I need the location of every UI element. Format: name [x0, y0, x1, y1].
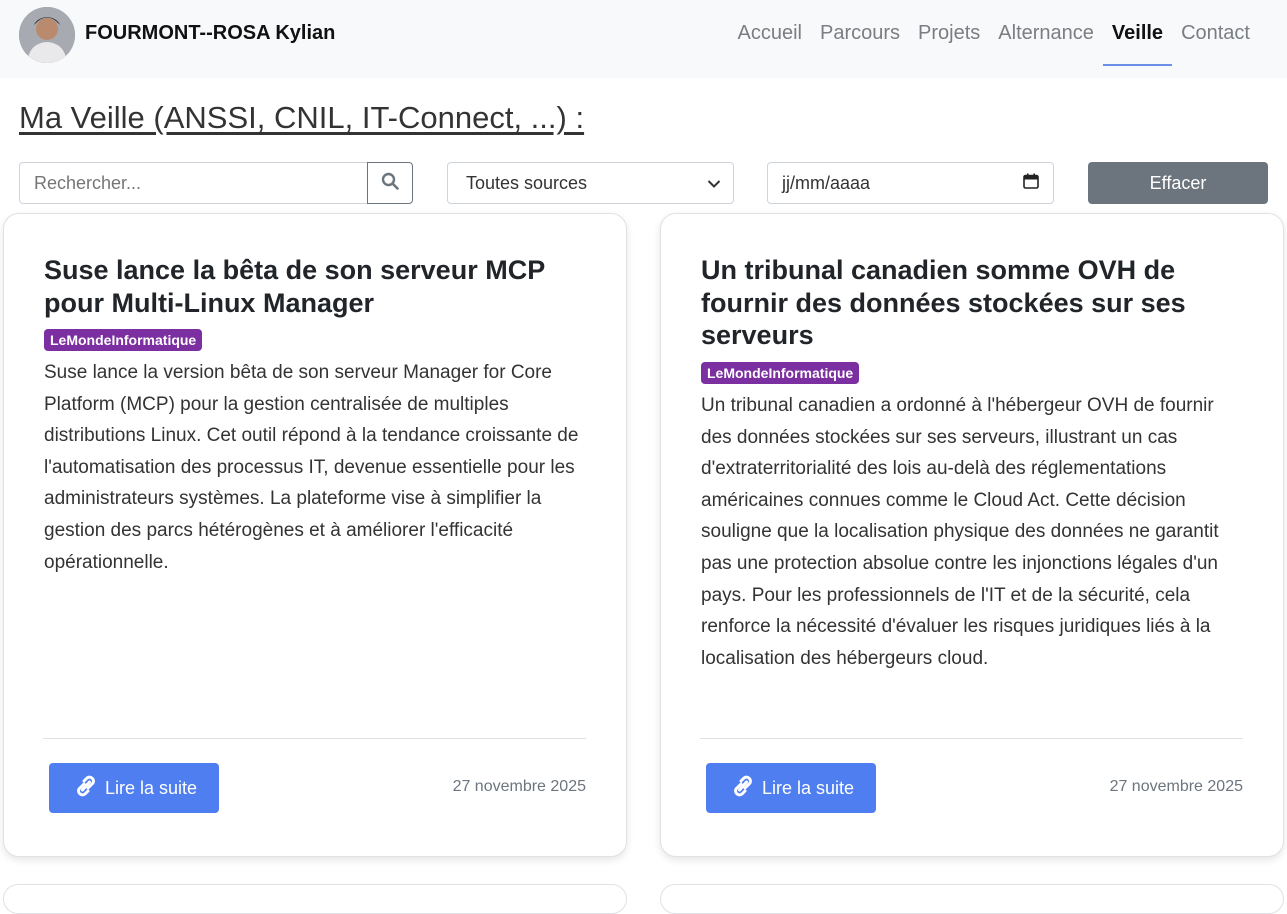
source-select-value: Toutes sources: [466, 172, 588, 193]
article-date: 27 novembre 2025: [452, 778, 586, 795]
link-icon: [728, 775, 758, 802]
article-card: Suse lance la bêta de son serveur MCP po…: [3, 213, 627, 857]
nav-link-projets[interactable]: Projets: [909, 20, 989, 66]
nav-link-contact[interactable]: Contact: [1172, 20, 1259, 66]
read-more-label: Lire la suite: [762, 777, 855, 798]
read-more-label: Lire la suite: [105, 777, 198, 798]
article-title: Suse lance la bêta de son serveur MCP po…: [44, 255, 545, 318]
source-badge: LeMondeInformatique: [44, 329, 203, 351]
calendar-icon[interactable]: [1023, 173, 1039, 194]
article-title: Un tribunal canadien somme OVH de fourni…: [701, 255, 1186, 350]
nav-link-alternance[interactable]: Alternance: [989, 20, 1103, 66]
brand-name[interactable]: FOURMONT--ROSA Kylian: [85, 22, 335, 45]
search-group: [19, 162, 413, 204]
page-title: Ma Veille (ANSSI, CNIL, IT-Connect, ...)…: [19, 100, 585, 135]
clear-button[interactable]: Effacer: [1088, 162, 1268, 204]
article-card-peek: [660, 884, 1284, 914]
article-description: Suse lance la version bêta de son serveu…: [44, 362, 579, 573]
search-button[interactable]: [367, 162, 413, 204]
article-card: Un tribunal canadien somme OVH de fourni…: [660, 213, 1284, 857]
date-input-value: jj/mm/aaaa: [782, 172, 871, 193]
avatar[interactable]: [19, 7, 75, 63]
article-body: LeMondeInformatique Suse lance la versio…: [44, 329, 589, 578]
date-input[interactable]: jj/mm/aaaa: [767, 162, 1054, 204]
nav-link-parcours[interactable]: Parcours: [811, 20, 909, 66]
chevron-down-icon: [707, 173, 721, 194]
read-more-button[interactable]: Lire la suite: [706, 763, 877, 813]
main-nav: Accueil Parcours Projets Alternance Veil…: [729, 20, 1259, 66]
article-description: Un tribunal canadien a ordonné à l'héber…: [701, 395, 1219, 669]
article-card-peek: [3, 884, 627, 914]
read-more-button[interactable]: Lire la suite: [49, 763, 220, 813]
search-icon: [381, 172, 399, 195]
navbar: FOURMONT--ROSA Kylian Accueil Parcours P…: [0, 0, 1287, 78]
link-icon: [71, 775, 101, 802]
search-input[interactable]: [19, 162, 367, 204]
article-date: 27 novembre 2025: [1109, 778, 1243, 795]
nav-link-veille[interactable]: Veille: [1102, 20, 1173, 66]
card-divider: [700, 738, 1243, 739]
source-badge: LeMondeInformatique: [701, 362, 860, 384]
card-divider: [43, 738, 586, 739]
source-select[interactable]: Toutes sources: [447, 162, 734, 204]
article-body: LeMondeInformatique Un tribunal canadien…: [701, 362, 1246, 674]
nav-link-accueil[interactable]: Accueil: [729, 20, 811, 66]
